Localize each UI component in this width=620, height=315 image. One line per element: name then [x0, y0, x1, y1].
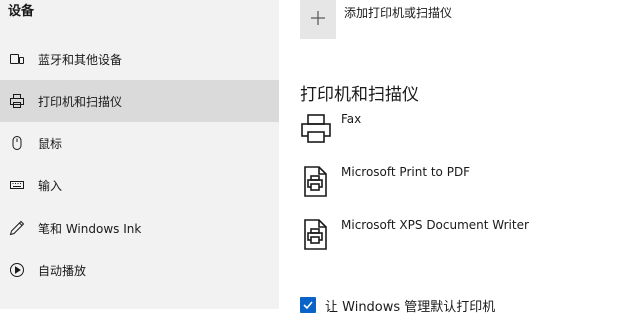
mouse-icon: [9, 135, 25, 151]
sidebar-item-label: 笔和 Windows Ink: [38, 221, 142, 236]
section-title: 打印机和扫描仪: [300, 85, 419, 105]
sidebar-item-label: 打印机和扫描仪: [38, 94, 123, 109]
device-xps-writer[interactable]: Microsoft XPS Document Writer: [300, 218, 600, 264]
sidebar-item-mouse[interactable]: 鼠标: [0, 122, 279, 164]
plus-icon: [310, 10, 326, 30]
fax-icon: [300, 112, 332, 146]
printer-icon: [300, 218, 332, 252]
default-printer-label: 让 Windows 管理默认打印机: [325, 299, 496, 315]
device-name: Microsoft XPS Document Writer: [341, 218, 529, 232]
pen-icon: [9, 220, 25, 236]
sidebar-item-label: 自动播放: [38, 263, 87, 278]
sidebar-item-pen[interactable]: 笔和 Windows Ink: [0, 207, 279, 249]
sidebar: 设备 蓝牙和其他设备 打印机和扫描仪 鼠标 输入 笔和 Windows Ink …: [0, 0, 279, 309]
sidebar-item-typing[interactable]: 输入: [0, 164, 279, 206]
devices-icon: [9, 51, 25, 67]
sidebar-title: 设备: [8, 4, 35, 19]
device-name: Microsoft Print to PDF: [341, 165, 471, 179]
add-printer-label[interactable]: 添加打印机或扫描仪: [344, 4, 452, 21]
sidebar-item-bluetooth[interactable]: 蓝牙和其他设备: [0, 38, 279, 80]
sidebar-item-label: 输入: [38, 178, 63, 193]
device-print-to-pdf[interactable]: Microsoft Print to PDF: [300, 165, 600, 211]
default-printer-checkbox[interactable]: [300, 297, 316, 313]
printer-icon: [9, 93, 25, 109]
sidebar-item-label: 蓝牙和其他设备: [38, 52, 123, 67]
keyboard-icon: [9, 177, 25, 193]
device-fax[interactable]: Fax: [300, 112, 600, 158]
autoplay-icon: [9, 262, 25, 278]
printer-icon: [300, 165, 332, 199]
add-printer-button[interactable]: [300, 0, 336, 39]
device-name: Fax: [341, 112, 362, 126]
default-printer-option[interactable]: 让 Windows 管理默认打印机: [300, 297, 496, 315]
sidebar-item-label: 鼠标: [38, 136, 63, 151]
sidebar-item-printers[interactable]: 打印机和扫描仪: [0, 80, 279, 122]
main-pane: 添加打印机或扫描仪 打印机和扫描仪 Fax Microsoft Print to…: [279, 0, 620, 315]
sidebar-item-autoplay[interactable]: 自动播放: [0, 249, 279, 291]
